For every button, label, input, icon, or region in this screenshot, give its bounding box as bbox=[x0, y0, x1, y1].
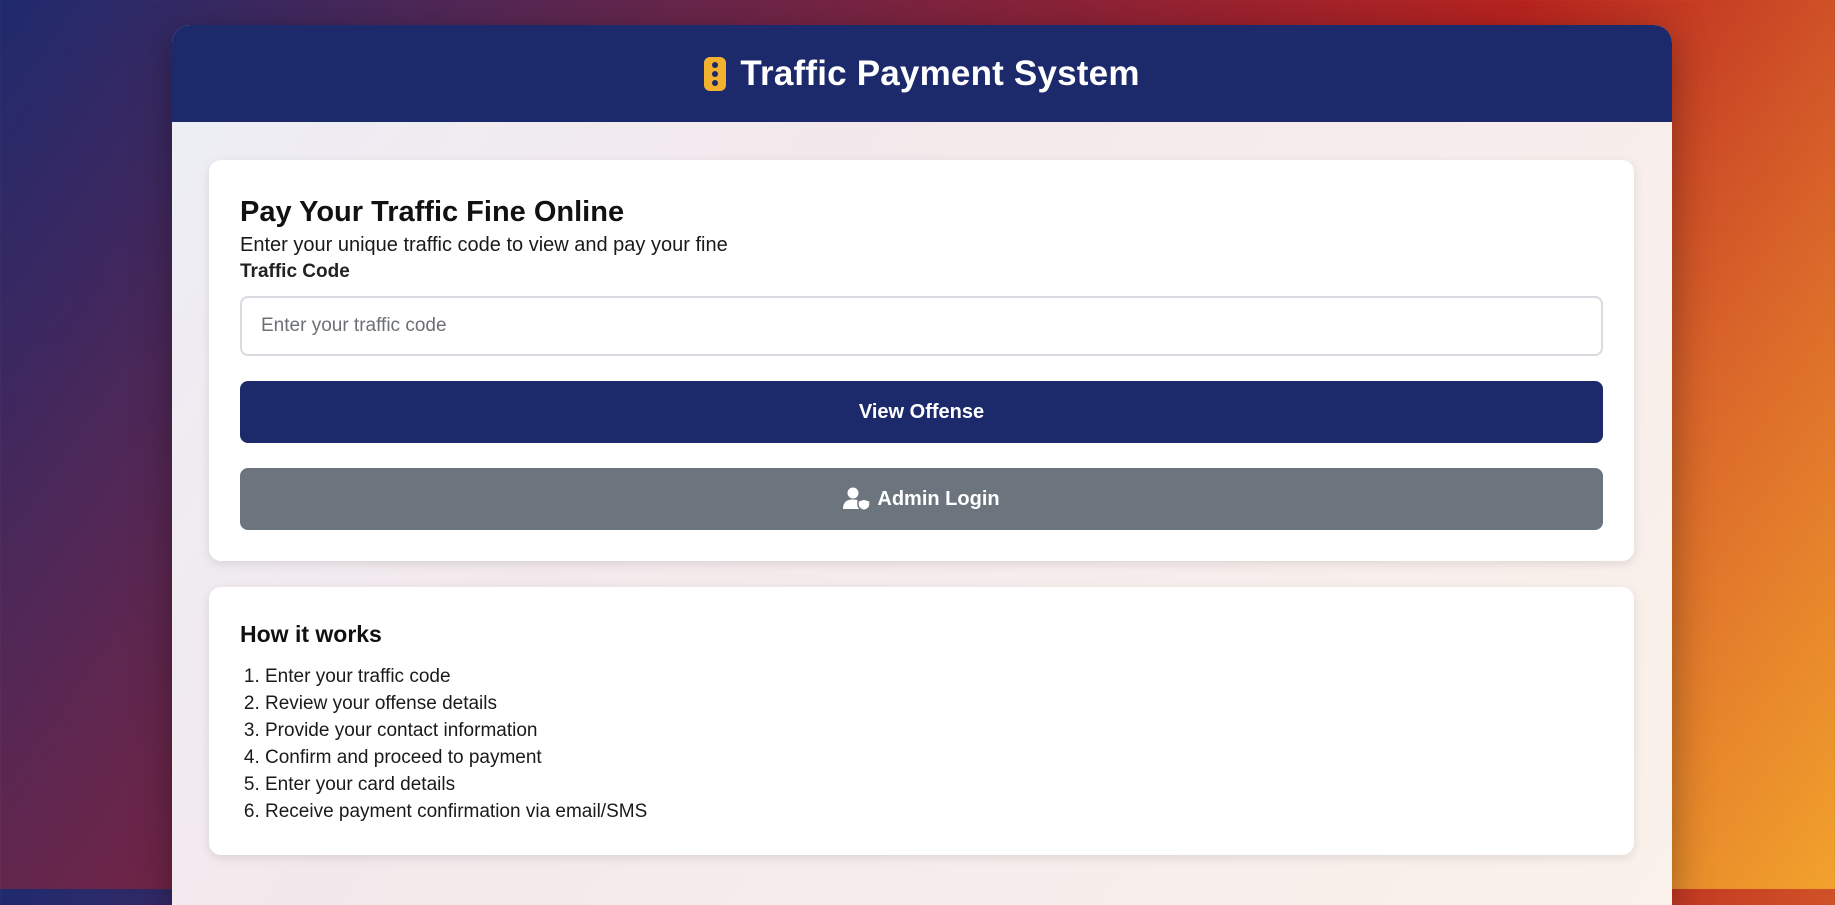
app-header: Traffic Payment System bbox=[172, 25, 1672, 122]
how-it-works-card: How it works Enter your traffic code Rev… bbox=[209, 587, 1634, 855]
step-item: Review your offense details bbox=[265, 690, 647, 717]
traffic-code-input[interactable] bbox=[240, 296, 1603, 356]
form-subtitle: Enter your unique traffic code to view a… bbox=[240, 234, 728, 256]
admin-login-button[interactable]: Admin Login bbox=[240, 468, 1603, 530]
step-item: Enter your card details bbox=[265, 771, 647, 798]
how-it-works-steps: Enter your traffic code Review your offe… bbox=[240, 663, 647, 825]
traffic-light-icon bbox=[704, 56, 727, 91]
view-offense-button[interactable]: View Offense bbox=[240, 381, 1603, 443]
how-it-works-title: How it works bbox=[240, 621, 382, 647]
step-item: Confirm and proceed to payment bbox=[265, 744, 647, 771]
traffic-code-label: Traffic Code bbox=[240, 261, 350, 282]
form-title: Pay Your Traffic Fine Online bbox=[240, 196, 625, 228]
payment-form-card: Pay Your Traffic Fine Online Enter your … bbox=[209, 160, 1634, 561]
step-item: Enter your traffic code bbox=[265, 663, 647, 690]
step-item: Provide your contact information bbox=[265, 717, 647, 744]
app-window: Traffic Payment System Pay Your Traffic … bbox=[172, 25, 1672, 905]
app-title: Traffic Payment System bbox=[740, 53, 1140, 93]
admin-login-label: Admin Login bbox=[877, 487, 1000, 510]
user-shield-icon bbox=[843, 487, 872, 512]
step-item: Receive payment confirmation via email/S… bbox=[265, 798, 647, 825]
view-offense-label: View Offense bbox=[858, 400, 985, 423]
